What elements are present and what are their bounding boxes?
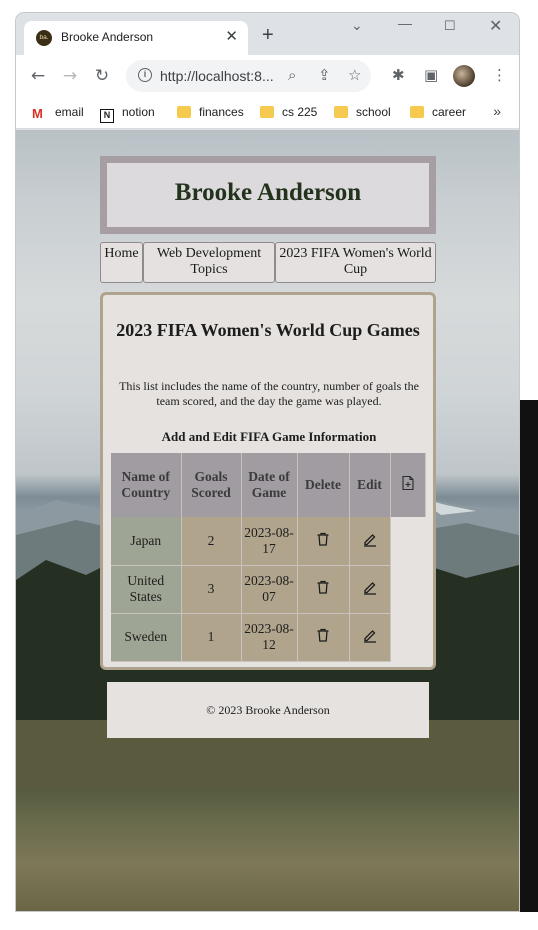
site-info-icon[interactable]: i [138, 68, 152, 82]
header-add [390, 453, 426, 517]
url-text[interactable]: http://localhost:8... [160, 68, 275, 84]
forward-icon[interactable]: → [59, 65, 81, 87]
bookmarks-bar: Memail Nnotion finances cs 225 school ca… [16, 97, 519, 129]
more-bookmarks-icon[interactable]: » [493, 103, 501, 119]
address-bar[interactable]: i http://localhost:8... ⌕ ⇪ ☆ [126, 60, 371, 92]
side-panel-icon[interactable]: ▣ [424, 66, 438, 84]
table-row: Sweden 1 2023-08-12 [111, 613, 425, 662]
share-icon[interactable]: ⇪ [318, 66, 331, 84]
bookmark-label: cs 225 [282, 105, 318, 119]
notion-icon: N [100, 109, 114, 123]
minimize-icon[interactable]: — [398, 15, 412, 31]
browser-toolbar: ← → ↻ i http://localhost:8... ⌕ ⇪ ☆ ✱ ▣ … [16, 55, 519, 97]
desktop-bottom-strip [0, 912, 538, 930]
folder-icon [177, 106, 191, 118]
tab-strip: ba. Brooke Anderson ✕ + ⌄ — ☐ ✕ [16, 13, 519, 55]
pencil-icon[interactable] [362, 531, 378, 547]
cell-delete [297, 613, 350, 662]
cell-country: Japan [111, 517, 182, 566]
bookmark-label: school [356, 105, 391, 119]
tab-search-icon[interactable]: ⌄ [351, 17, 363, 34]
table-row: Japan 2 2023-08-17 [111, 517, 425, 566]
bookmark-notion[interactable]: Nnotion [100, 105, 155, 123]
bookmark-finances[interactable]: finances [177, 105, 244, 119]
back-icon[interactable]: ← [27, 65, 49, 87]
folder-icon [410, 106, 424, 118]
menu-kebab-icon[interactable]: ⋮ [492, 66, 507, 84]
games-table: Name of Country Goals Scored Date of Gam… [111, 453, 426, 662]
games-card: 2023 FIFA Women's World Cup Games This l… [100, 292, 436, 670]
cell-edit [349, 613, 391, 662]
header-edit: Edit [349, 453, 391, 517]
nav-link-fifa[interactable]: 2023 FIFA Women's World Cup [275, 242, 436, 283]
cell-goals: 1 [181, 613, 242, 662]
folder-icon [260, 106, 274, 118]
bookmark-email[interactable]: Memail [32, 105, 84, 121]
cell-goals: 3 [181, 565, 242, 614]
favicon-icon: ba. [36, 30, 52, 46]
site-title: Brooke Anderson [174, 179, 362, 206]
header-delete: Delete [297, 453, 350, 517]
bookmark-career[interactable]: career [410, 105, 466, 119]
header-country: Name of Country [111, 453, 182, 517]
page-viewport: Brooke Anderson Home Web Development Top… [16, 130, 519, 911]
header-date: Date of Game [241, 453, 298, 517]
cell-country: Sweden [111, 613, 182, 662]
bookmark-label: notion [122, 105, 155, 119]
tab-title: Brooke Anderson [61, 30, 154, 44]
cell-edit [349, 565, 391, 614]
table-row: United States 3 2023-08-07 [111, 565, 425, 614]
reload-icon[interactable]: ↻ [91, 65, 113, 87]
header-goals: Goals Scored [181, 453, 242, 517]
zoom-icon[interactable]: ⌕ [288, 66, 296, 84]
tab-close-icon[interactable]: ✕ [225, 27, 238, 45]
trash-icon[interactable] [315, 627, 331, 643]
browser-tab[interactable]: ba. Brooke Anderson ✕ [24, 21, 248, 55]
trash-icon[interactable] [315, 579, 331, 595]
table-subheading: Add and Edit FIFA Game Information [161, 429, 377, 444]
folder-icon [334, 106, 348, 118]
pencil-icon[interactable] [362, 627, 378, 643]
cell-delete [297, 565, 350, 614]
browser-window: ba. Brooke Anderson ✕ + ⌄ — ☐ ✕ ← → ↻ i … [16, 13, 519, 911]
file-add-icon[interactable] [400, 475, 416, 491]
bookmark-label: email [55, 105, 84, 119]
table-header-row: Name of Country Goals Scored Date of Gam… [111, 453, 426, 517]
cell-edit [349, 517, 391, 566]
cell-date: 2023-08-07 [241, 565, 298, 614]
page-heading: 2023 FIFA Women's World Cup Games [116, 320, 420, 340]
close-window-icon[interactable]: ✕ [489, 16, 502, 36]
bookmark-star-icon[interactable]: ☆ [348, 66, 361, 84]
bookmark-label: career [432, 105, 467, 119]
new-tab-icon[interactable]: + [262, 25, 274, 45]
extensions-icon[interactable]: ✱ [392, 66, 405, 84]
cell-delete [297, 517, 350, 566]
bookmark-cs225[interactable]: cs 225 [260, 105, 317, 119]
gmail-icon: M [32, 106, 43, 121]
site-header: Brooke Anderson [100, 156, 436, 234]
maximize-icon[interactable]: ☐ [444, 18, 456, 34]
cell-date: 2023-08-12 [241, 613, 298, 662]
trash-icon[interactable] [315, 531, 331, 547]
cell-country: United States [111, 565, 182, 614]
nav-link-home[interactable]: Home [100, 242, 143, 283]
bookmark-school[interactable]: school [334, 105, 391, 119]
nav-link-web-dev-topics[interactable]: Web Development Topics [143, 242, 275, 283]
profile-avatar[interactable] [453, 65, 475, 87]
pencil-icon[interactable] [362, 579, 378, 595]
site-footer: © 2023 Brooke Anderson [107, 682, 429, 738]
bookmark-label: finances [199, 105, 244, 119]
cell-goals: 2 [181, 517, 242, 566]
desktop-background-dark [519, 400, 538, 930]
cell-date: 2023-08-17 [241, 517, 298, 566]
page-description: This list includes the name of the count… [119, 379, 419, 408]
footer-text: © 2023 Brooke Anderson [206, 703, 330, 717]
